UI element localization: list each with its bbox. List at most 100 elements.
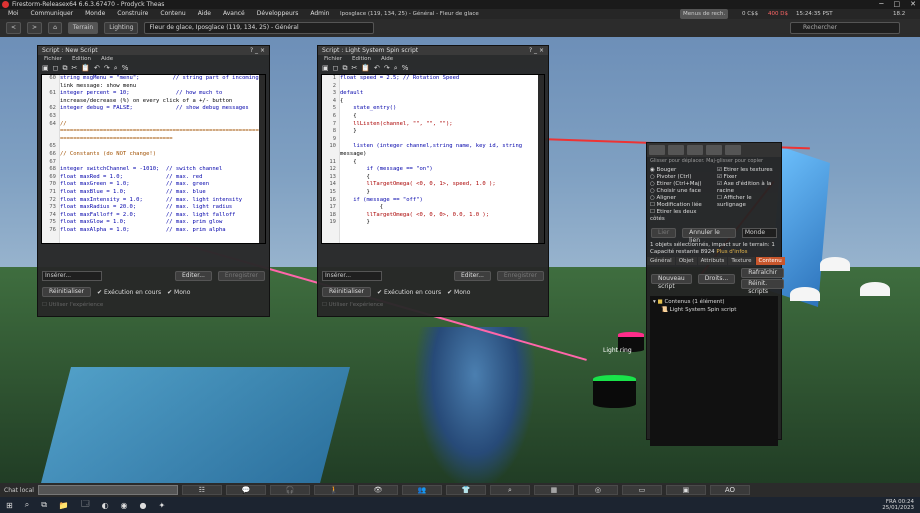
- option-snap[interactable]: ☑ Fixer: [717, 174, 778, 181]
- window-controls[interactable]: ? _ ×: [250, 46, 265, 55]
- avatar[interactable]: [415, 327, 535, 483]
- menu-item-monde[interactable]: Monde: [85, 9, 105, 19]
- edit-button[interactable]: Editer...: [453, 271, 491, 281]
- redo-icon[interactable]: ↷: [384, 64, 390, 72]
- home-icon[interactable]: ⌂: [48, 22, 62, 34]
- walk-icon[interactable]: 🚶: [313, 485, 354, 495]
- menu-item-developpeurs[interactable]: Développeurs: [257, 9, 299, 19]
- menu-item-construire[interactable]: Construire: [117, 9, 148, 19]
- search-icon[interactable]: ⌕: [114, 64, 118, 73]
- new-script-button[interactable]: Nouveau script: [651, 273, 692, 290]
- speak-icon[interactable]: 💬: [225, 485, 266, 495]
- option-select-face[interactable]: ○ Choisir une face: [650, 188, 711, 195]
- back-button[interactable]: <: [6, 22, 22, 34]
- insert-dropdown[interactable]: Insérer...: [322, 271, 382, 281]
- wardrobe-icon[interactable]: 👕: [445, 485, 486, 495]
- land-tool-icon[interactable]: [725, 145, 741, 155]
- menu-item-communiquer[interactable]: Communiquer: [31, 9, 74, 19]
- tab-features[interactable]: Attributs: [697, 257, 728, 265]
- scrollbar[interactable]: [538, 75, 544, 243]
- tab-contents[interactable]: Contenu: [755, 257, 785, 265]
- paste-icon[interactable]: 📋: [81, 64, 90, 72]
- unlink-button[interactable]: Annuler le lien: [682, 228, 736, 244]
- search-icon[interactable]: ⌕: [489, 485, 530, 495]
- grid-dropdown[interactable]: Monde: [741, 228, 777, 238]
- option-stretch-both[interactable]: ☐ Etirer les deux côtés: [650, 209, 711, 223]
- insert-dropdown[interactable]: Insérer...: [42, 271, 102, 281]
- focus-tool-icon[interactable]: [649, 145, 665, 155]
- paste-icon[interactable]: 📋: [361, 64, 370, 72]
- script1-code-editor[interactable]: 60 string msgMenu = "menu"; // string par…: [41, 74, 266, 244]
- save-button[interactable]: Enregistrer: [496, 271, 544, 281]
- mono-checkbox[interactable]: ✔ Mono: [167, 289, 190, 296]
- list-item[interactable]: ▾ ■ Contenus (1 élément): [653, 298, 775, 306]
- voice-icon[interactable]: 🎧: [269, 485, 310, 495]
- script2-titlebar[interactable]: Script : Light System Spin script ? _ ×: [318, 46, 548, 55]
- redo-icon[interactable]: ↷: [104, 64, 110, 72]
- reset-button[interactable]: Réinitialiser: [42, 287, 92, 297]
- app-icon[interactable]: 🗔: [81, 498, 90, 512]
- forward-button[interactable]: >: [27, 22, 43, 34]
- windows-start-icon[interactable]: ⊞: [6, 501, 13, 510]
- ao-button[interactable]: AO: [709, 485, 750, 495]
- undo-icon[interactable]: ↶: [94, 64, 100, 72]
- window-controls[interactable]: ? _ ×: [529, 46, 544, 55]
- save-icon[interactable]: ▣: [322, 64, 329, 72]
- light-ring-object[interactable]: [593, 375, 636, 408]
- option-move[interactable]: ◉ Bouger: [650, 167, 711, 174]
- new-icon[interactable]: ◻: [53, 64, 59, 72]
- search-icon[interactable]: ⌕: [25, 500, 29, 510]
- link-button[interactable]: Lier: [651, 228, 677, 238]
- cut-icon[interactable]: ✂: [71, 64, 77, 72]
- experience-checkbox[interactable]: ☐ Utiliser l'expérience: [318, 300, 548, 310]
- view-icon[interactable]: 👁: [357, 485, 398, 495]
- running-checkbox[interactable]: ✔ Exécution en cours: [377, 289, 441, 296]
- task-view-icon[interactable]: ⧉: [41, 500, 47, 510]
- option-align[interactable]: ○ Aligner: [650, 195, 711, 202]
- save-icon[interactable]: ▣: [42, 64, 49, 72]
- option-root-axis[interactable]: ☑ Axe d'édition à la racine: [717, 181, 778, 195]
- minimize-icon[interactable]: ─: [879, 0, 883, 9]
- edit-tool-icon[interactable]: [687, 145, 703, 155]
- tab-object[interactable]: Objet: [675, 257, 697, 265]
- reset-scripts-button[interactable]: Réinit. scripts: [741, 279, 785, 295]
- cut-icon[interactable]: ✂: [351, 64, 357, 72]
- menu-aide[interactable]: Aide: [381, 56, 393, 62]
- menu-item-contenu[interactable]: Contenu: [160, 9, 185, 19]
- firestorm-icon[interactable]: ✦: [159, 501, 166, 510]
- option-stretch-textures[interactable]: ☑ Etirer les textures: [717, 167, 778, 174]
- contents-list[interactable]: ▾ ■ Contenus (1 élément) 📜 Light System …: [650, 296, 778, 446]
- more-info-link[interactable]: Plus d'infos: [716, 249, 747, 255]
- gesture-icon[interactable]: ☷: [181, 485, 222, 495]
- reset-button[interactable]: Réinitialiser: [322, 287, 372, 297]
- search-icon[interactable]: ⌕: [394, 64, 398, 73]
- option-edit-linked[interactable]: ☐ Modification liée: [650, 202, 711, 209]
- menu-item-avance[interactable]: Avancé: [223, 9, 245, 19]
- menu-fichier[interactable]: Fichier: [44, 56, 62, 62]
- move-tool-icon[interactable]: [668, 145, 684, 155]
- tab-general[interactable]: Général: [647, 257, 675, 265]
- edit-button[interactable]: Editer...: [174, 271, 212, 281]
- menu-edition[interactable]: Edition: [72, 56, 91, 62]
- close-icon[interactable]: ✕: [910, 0, 916, 9]
- list-item[interactable]: 📜 Light System Spin script: [653, 306, 775, 314]
- menu-item-moi[interactable]: Moi: [8, 9, 19, 19]
- running-checkbox[interactable]: ✔ Exécution en cours: [97, 289, 161, 296]
- option-stretch[interactable]: ○ Etirer (Ctrl+Maj): [650, 181, 711, 188]
- undo-icon[interactable]: ↶: [374, 64, 380, 72]
- menu-edition[interactable]: Edition: [352, 56, 371, 62]
- mono-checkbox[interactable]: ✔ Mono: [447, 289, 470, 296]
- location-bar[interactable]: Fleur de glace, Iposglace (119, 134, 25)…: [144, 22, 375, 34]
- script1-titlebar[interactable]: Script : New Script ? _ ×: [38, 46, 269, 55]
- firefox-icon[interactable]: ●: [140, 501, 147, 510]
- lighting-button[interactable]: Lighting: [104, 22, 139, 34]
- script2-code-editor[interactable]: 1 float speed = 2.5; // Rotation Speed 2 3 d…: [321, 74, 545, 244]
- scrollbar[interactable]: [259, 75, 265, 243]
- copy-icon[interactable]: ⧉: [62, 64, 67, 73]
- menu-aide[interactable]: Aide: [101, 56, 113, 62]
- tab-texture[interactable]: Texture: [728, 257, 755, 265]
- experience-checkbox[interactable]: ☐ Utiliser l'expérience: [38, 300, 269, 310]
- search-input[interactable]: Rechercher: [790, 22, 900, 34]
- option-highlight[interactable]: ☐ Afficher le surlignage: [717, 195, 778, 209]
- maximize-icon[interactable]: □: [894, 0, 901, 9]
